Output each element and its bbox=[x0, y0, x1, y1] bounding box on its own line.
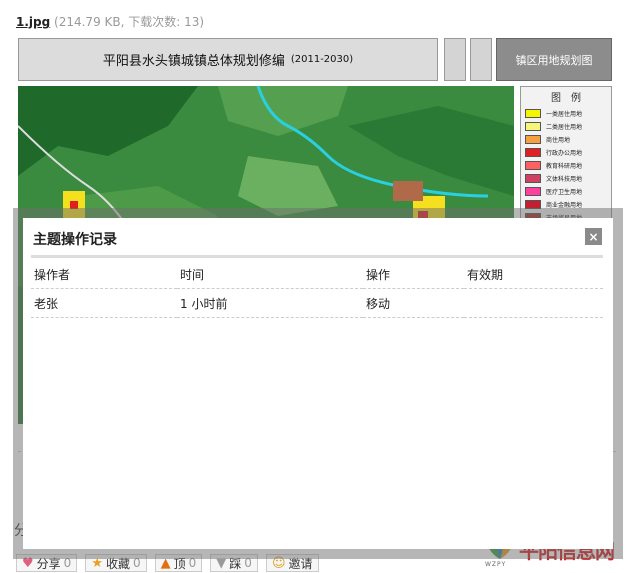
watermark-small: WZPY bbox=[485, 561, 507, 568]
legend-swatch bbox=[525, 147, 541, 157]
column-header-time: 时间 bbox=[177, 260, 363, 289]
dialog-title: 主题操作记录 bbox=[33, 232, 117, 248]
cell-operator: 老张 bbox=[31, 288, 177, 318]
map-title-bar: 平阳县水头镇城镇总体规划修编 (2011-2030) bbox=[18, 38, 438, 81]
column-header-operator: 操作者 bbox=[31, 260, 177, 289]
legend-swatch bbox=[525, 121, 541, 131]
map-years: (2011-2030) bbox=[290, 54, 354, 65]
operation-log-table: 操作者 时间 操作 有效期 老张 1 小时前 移动 bbox=[31, 260, 603, 318]
attachment-info: 1.jpg (214.79 KB, 下载次数: 13) bbox=[16, 13, 204, 30]
map-right-label: 镇区用地规划图 bbox=[496, 38, 612, 81]
legend-swatch bbox=[525, 160, 541, 170]
column-header-expiry: 有效期 bbox=[464, 260, 603, 289]
legend-label: 二类居住用地 bbox=[546, 123, 583, 131]
legend-swatch bbox=[525, 186, 541, 196]
legend-item: 二类居住用地 bbox=[525, 120, 607, 132]
legend-title: 图 例 bbox=[551, 93, 581, 104]
legend-item: 医疗卫生用地 bbox=[525, 185, 607, 197]
legend-item: 教育科研用地 bbox=[525, 159, 607, 171]
legend-label: 行政办公用地 bbox=[546, 149, 583, 157]
legend-label: 教育科研用地 bbox=[546, 162, 583, 170]
close-button[interactable]: × bbox=[585, 228, 602, 245]
map-title: 平阳县水头镇城镇总体规划修编 bbox=[102, 54, 285, 69]
legend-label: 一类居住用地 bbox=[546, 110, 583, 118]
thread-log-dialog: 主题操作记录 × 操作者 时间 操作 有效期 老张 1 小时前 移动 bbox=[23, 218, 613, 549]
dialog-title-rule bbox=[31, 255, 603, 258]
legend-item: 商住用地 bbox=[525, 133, 607, 145]
map-header-box bbox=[444, 38, 466, 81]
legend-item: 文体科技用地 bbox=[525, 172, 607, 184]
legend-swatch bbox=[525, 173, 541, 183]
legend-label: 商住用地 bbox=[546, 136, 571, 144]
cell-time: 1 小时前 bbox=[177, 288, 363, 318]
legend-swatch bbox=[525, 108, 541, 118]
attachment-filename-link[interactable]: 1.jpg bbox=[16, 15, 50, 29]
column-header-action: 操作 bbox=[363, 260, 464, 289]
map-header-box bbox=[470, 38, 492, 81]
legend-item: 行政办公用地 bbox=[525, 146, 607, 158]
cell-action: 移动 bbox=[363, 288, 464, 318]
table-row: 老张 1 小时前 移动 bbox=[31, 288, 603, 318]
legend-label: 文体科技用地 bbox=[546, 175, 583, 183]
legend-label: 医疗卫生用地 bbox=[546, 188, 583, 196]
legend-swatch bbox=[525, 134, 541, 144]
cell-expiry bbox=[464, 288, 603, 318]
attachment-meta: (214.79 KB, 下载次数: 13) bbox=[54, 15, 205, 29]
table-header-row: 操作者 时间 操作 有效期 bbox=[31, 260, 603, 289]
legend-item: 一类居住用地 bbox=[525, 107, 607, 119]
